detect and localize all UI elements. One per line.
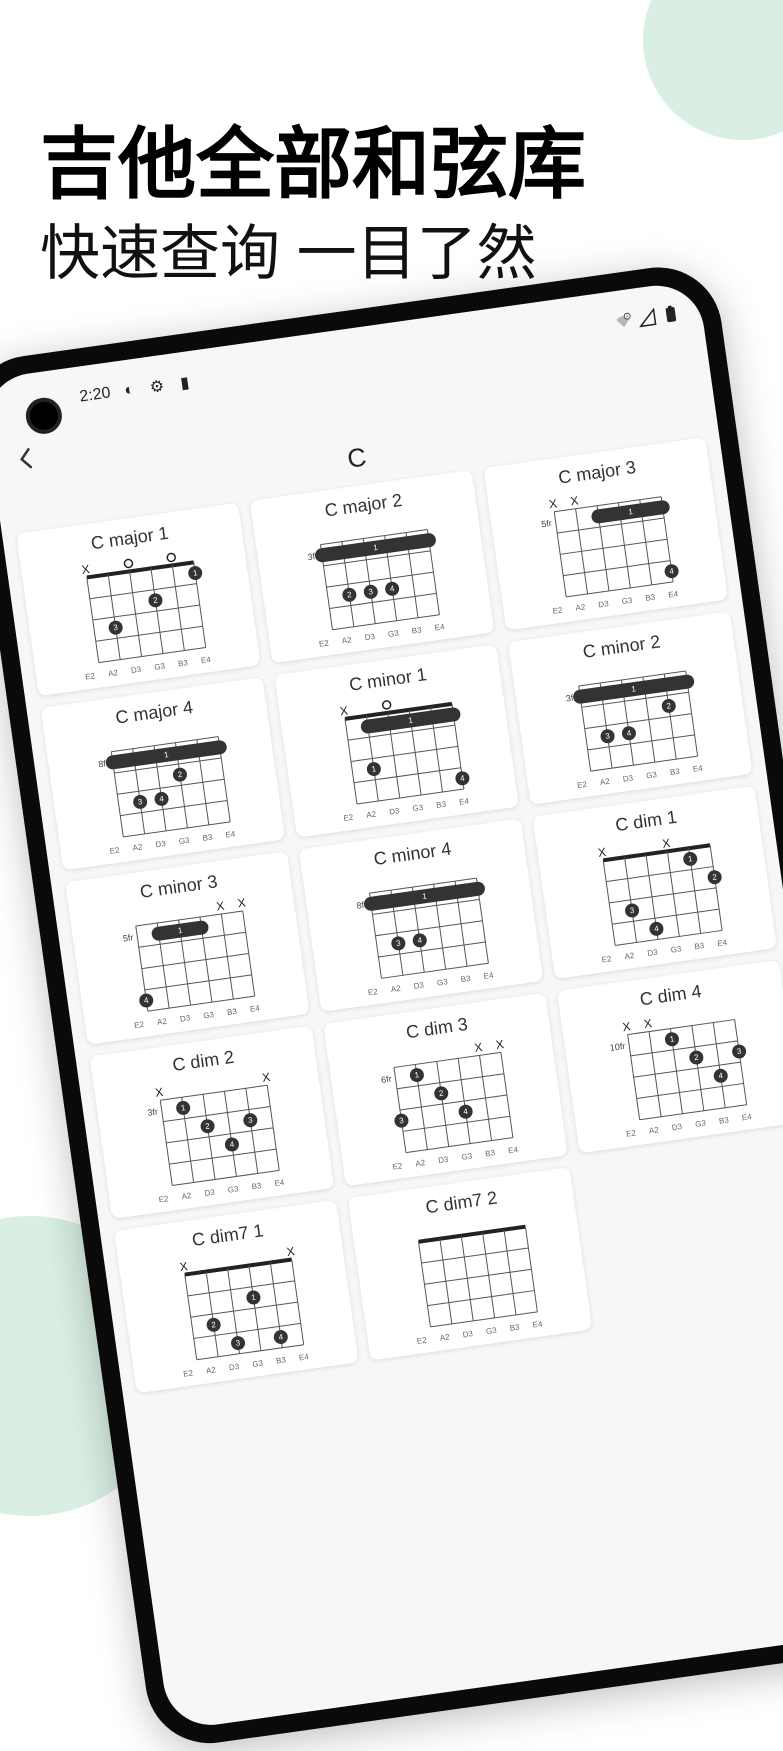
chord-diagram: 5frXX14 <box>530 479 684 605</box>
marketing-headline: 吉他全部和弦库 快速查询 一目了然 <box>40 120 743 290</box>
chord-title: C dim 1 <box>614 807 678 836</box>
svg-text:X: X <box>154 1085 164 1100</box>
svg-text:10fr: 10fr <box>609 1041 626 1053</box>
svg-text:X: X <box>261 1070 271 1085</box>
svg-text:X: X <box>237 896 247 911</box>
wifi-error-icon: x <box>613 311 633 331</box>
chord-card[interactable]: C minor 1X114E2A2D3G3B3E4 <box>274 644 519 838</box>
chord-card[interactable]: C major 1X321E2A2D3G3B3E4 <box>16 503 261 697</box>
svg-text:X: X <box>81 562 91 577</box>
chord-diagram: XX2314 <box>161 1242 315 1368</box>
phone-screen: 2:20 ◐ ⚙ ▮ x <box>0 280 783 1731</box>
chord-title: C minor 1 <box>348 664 428 696</box>
svg-text:3fr: 3fr <box>147 1107 159 1118</box>
chord-diagram: 8fr134 <box>345 861 499 987</box>
back-button[interactable] <box>8 441 44 477</box>
chord-diagram: X114 <box>321 687 475 813</box>
chord-diagram: 3fr1234 <box>296 512 450 638</box>
chord-title: C minor 4 <box>372 838 452 870</box>
svg-text:X: X <box>569 493 579 508</box>
chord-title: C major 2 <box>323 490 403 522</box>
chord-card[interactable]: C minor 23fr1342E2A2D3G3B3E4 <box>508 611 753 805</box>
phone-frame: 2:20 ◐ ⚙ ▮ x <box>0 259 783 1751</box>
chord-card[interactable]: C minor 35frXX14E2A2D3G3B3E4 <box>65 851 310 1045</box>
chord-title: C minor 3 <box>139 871 219 903</box>
svg-text:5fr: 5fr <box>541 518 553 529</box>
sd-card-icon: ▮ <box>175 373 195 393</box>
svg-text:X: X <box>597 845 607 860</box>
chord-title: C dim 4 <box>638 981 702 1010</box>
chord-title: C major 4 <box>114 697 194 729</box>
svg-text:X: X <box>622 1019 632 1034</box>
chord-diagram: 8fr1342 <box>87 719 241 845</box>
chord-diagram: XX3412 <box>579 828 733 954</box>
chord-diagram <box>394 1209 548 1335</box>
chord-grid: C major 1X321E2A2D3G3B3E4C major 23fr123… <box>2 435 783 1395</box>
chord-title: C dim7 1 <box>191 1220 265 1251</box>
chord-title: C minor 2 <box>582 631 662 663</box>
chord-title: C dim7 2 <box>424 1187 498 1218</box>
svg-text:X: X <box>661 836 671 851</box>
status-time: 2:20 <box>78 384 111 406</box>
background-blob-top <box>643 0 783 140</box>
svg-text:X: X <box>495 1037 505 1052</box>
battery-icon <box>661 304 681 324</box>
signal-icon <box>637 308 657 328</box>
chord-card[interactable]: C dim7 1XX2314E2A2D3G3B3E4 <box>114 1200 359 1394</box>
svg-text:X: X <box>339 703 349 718</box>
chord-card[interactable]: C dim 23frXX1243E2A2D3G3B3E4 <box>90 1026 335 1220</box>
svg-text:6fr: 6fr <box>380 1074 392 1085</box>
headline-title: 吉他全部和弦库 <box>40 120 743 210</box>
chord-diagram: 6frXX3124 <box>370 1035 524 1161</box>
chord-title: C dim 3 <box>405 1014 469 1043</box>
phone-mockup: 2:20 ◐ ⚙ ▮ x <box>0 259 783 1751</box>
gear-icon: ⚙ <box>147 377 167 397</box>
svg-text:X: X <box>286 1244 296 1259</box>
chord-card[interactable]: C major 48fr1342E2A2D3G3B3E4 <box>41 677 286 871</box>
chord-card[interactable]: C dim 410frXX1243E2A2D3G3B3E4 <box>557 960 783 1154</box>
chord-card[interactable]: C minor 48fr134E2A2D3G3B3E4 <box>299 818 544 1012</box>
chord-diagram: 10frXX1243 <box>604 1002 758 1128</box>
chord-card[interactable]: C dim7 2E2A2D3G3B3E4 <box>348 1167 593 1361</box>
svg-text:X: X <box>643 1016 653 1031</box>
svg-text:X: X <box>473 1040 483 1055</box>
chord-title: C major 1 <box>90 523 170 555</box>
svg-text:5fr: 5fr <box>122 932 134 943</box>
svg-text:X: X <box>179 1259 189 1274</box>
chord-diagram: 3fr1342 <box>555 654 709 780</box>
chord-diagram: X321 <box>63 545 217 671</box>
chord-title: C dim 2 <box>171 1047 235 1076</box>
chord-card[interactable]: C major 23fr1234E2A2D3G3B3E4 <box>250 470 495 664</box>
svg-text:X: X <box>215 899 225 914</box>
chord-diagram: 5frXX14 <box>112 894 266 1020</box>
chord-card[interactable]: C dim 1XX3412E2A2D3G3B3E4 <box>532 786 777 980</box>
chord-card[interactable]: C dim 36frXX3124E2A2D3G3B3E4 <box>323 993 568 1187</box>
chord-card[interactable]: C major 35frXX14E2A2D3G3B3E4 <box>483 437 728 631</box>
svg-text:X: X <box>548 496 558 511</box>
chord-diagram: 3frXX1243 <box>136 1068 290 1194</box>
chord-title: C major 3 <box>557 457 637 489</box>
contrast-icon: ◐ <box>119 381 139 401</box>
